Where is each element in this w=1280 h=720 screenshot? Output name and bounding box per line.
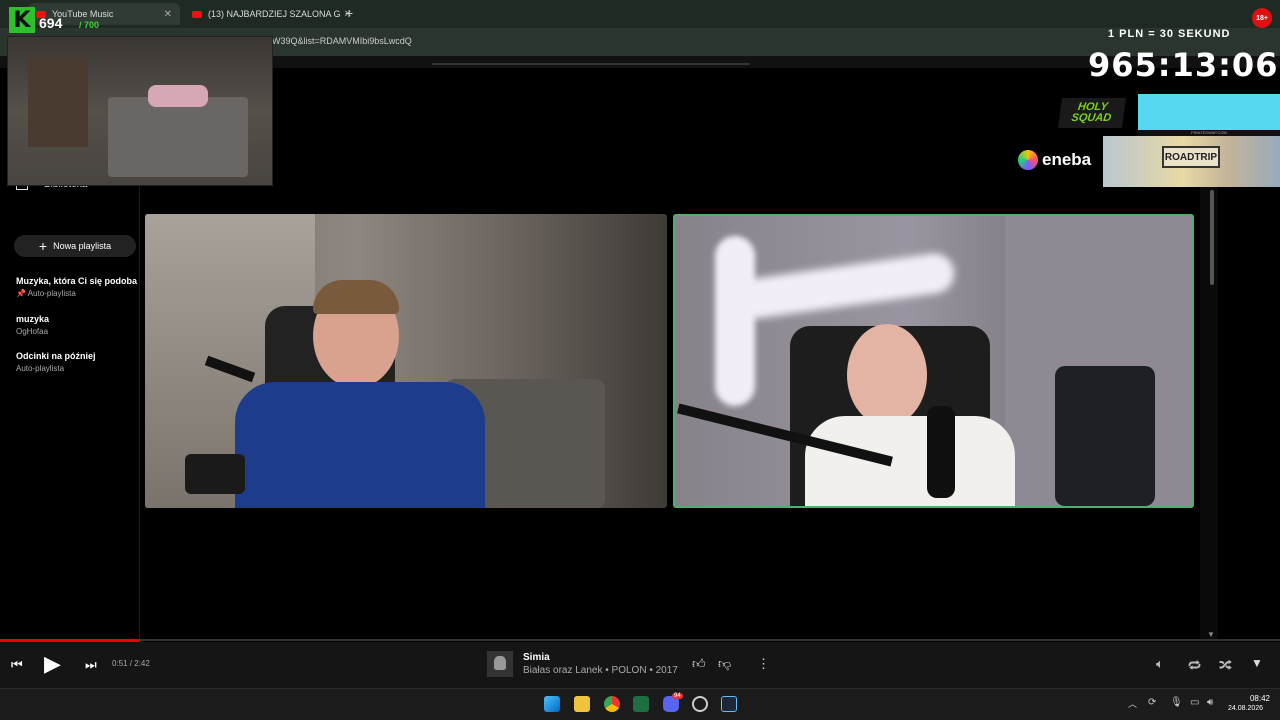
youtube-favicon-icon [192,10,202,18]
volume-icon[interactable]: 🔈︎ [1156,656,1164,672]
participant-video-left [145,214,667,508]
discord-badge: 94 [672,693,683,699]
person-body [235,382,485,508]
speaker-icon[interactable]: 🔊︎ [1207,697,1213,708]
shuffle-icon[interactable]: 🔀︎ [1219,656,1232,675]
thumb-down-icon[interactable]: 👎︎ [718,656,731,672]
sidebar-playlist-later[interactable]: Odcinki na później Auto-playlista [16,351,140,373]
monitor-icon[interactable]: ▭ [1190,697,1199,708]
microphone [185,454,245,494]
song-title[interactable]: Simia [523,652,550,663]
divider [432,63,750,65]
scrollbar-thumb[interactable] [1210,190,1214,285]
tab-label: (13) NAJBARDZIEJ SZALONA G [208,9,341,19]
pillow [148,85,208,107]
playlist-subtitle: 📌 Auto-playlista [16,289,76,298]
sub-goal: / 700 [79,20,100,30]
person-head [847,324,927,426]
bed [108,97,248,177]
playlist-title: muzyka [16,314,50,324]
windows-start-icon[interactable] [544,696,560,712]
playlist-subtitle: OgHofaa [16,327,49,336]
person-body [805,416,1015,506]
donation-rate: 1 PLN = 30 SEKUND [1108,28,1231,40]
clock-date[interactable]: 24.08.2026 [1228,705,1263,712]
led-light [715,236,755,406]
participant-video-right-speaking [673,214,1194,508]
sync-icon[interactable]: ⟳ [1148,697,1156,708]
eneba-logo-icon [1018,150,1038,170]
sponsor-banner [1138,94,1280,130]
url-text[interactable]: W39Q&list=RDAMVMIbi9bsLwcdQ [272,36,412,46]
holy-squad-logo: HOLY SQUAD [1057,98,1127,128]
eneba-text: eneba [1042,150,1092,169]
microphone [927,406,955,498]
thumb-up-icon[interactable]: 👍︎ [692,656,706,672]
album-art-figure [494,656,506,670]
hair [313,280,399,314]
file-explorer-icon[interactable] [574,696,590,712]
clock-time[interactable]: 08:42 [1246,694,1270,703]
dresser [28,57,88,147]
playlist-subtitle: Auto-playlista [16,364,65,373]
roadtrip-label: ROADTRIP [1162,146,1220,168]
sub-count: 694 [39,15,63,31]
new-playlist-label: Nowa playlista [53,241,112,251]
sidebar-playlist-muzyka[interactable]: muzyka OgHofaa [16,314,140,336]
more-icon[interactable]: ⋮ [757,656,770,672]
scroll-down-icon[interactable]: ▼ [1207,630,1215,639]
playlist-title: Odcinki na później [16,351,96,361]
new-playlist-button[interactable]: + Nowa playlista [14,235,136,257]
play-icon[interactable]: ▶ [44,651,61,677]
plus-icon: + [38,238,48,254]
new-tab-icon[interactable]: + [345,5,353,21]
previous-icon[interactable]: ⏮ [11,657,23,673]
sidebar-playlist-liked[interactable]: Muzyka, która Ci się podoba 📌 Auto-playl… [16,276,140,298]
song-meta[interactable]: Białas oraz Lanek • POLON • 2017 [523,665,678,676]
steam-icon[interactable] [721,696,737,712]
chevron-down-icon[interactable]: ▼ [1251,656,1263,670]
eneba-logo: eneba [1018,150,1091,170]
led-light [733,250,957,322]
progress-track[interactable] [0,639,1280,641]
playlist-title: Muzyka, która Ci się podoba [16,276,138,286]
app-icon[interactable] [692,696,708,712]
kick-logo-icon: K [9,7,35,33]
streamer-room-camera [7,36,273,186]
tray-chevron-up-icon[interactable]: ︿ [1128,697,1137,710]
excel-icon[interactable] [633,696,649,712]
armchair [1055,366,1155,506]
playback-time: 0:51 / 2:42 [112,659,150,668]
chrome-icon[interactable] [604,696,620,712]
next-icon[interactable]: ⏭ [85,657,97,673]
subathon-timer: 965:13:06 [1088,46,1279,84]
age-restriction-badge: 18+ [1252,8,1272,28]
pin-icon: 📌 [16,289,28,298]
scrollbar-track[interactable] [1200,186,1218,640]
close-tab-icon[interactable]: ✕ [164,9,172,20]
tab-video[interactable]: (13) NAJBARDZIEJ SZALONA G ✕ [184,3,360,25]
microphone-icon[interactable]: 🎙︎ [1170,697,1183,708]
repeat-icon[interactable]: 🔁︎ [1188,656,1201,675]
